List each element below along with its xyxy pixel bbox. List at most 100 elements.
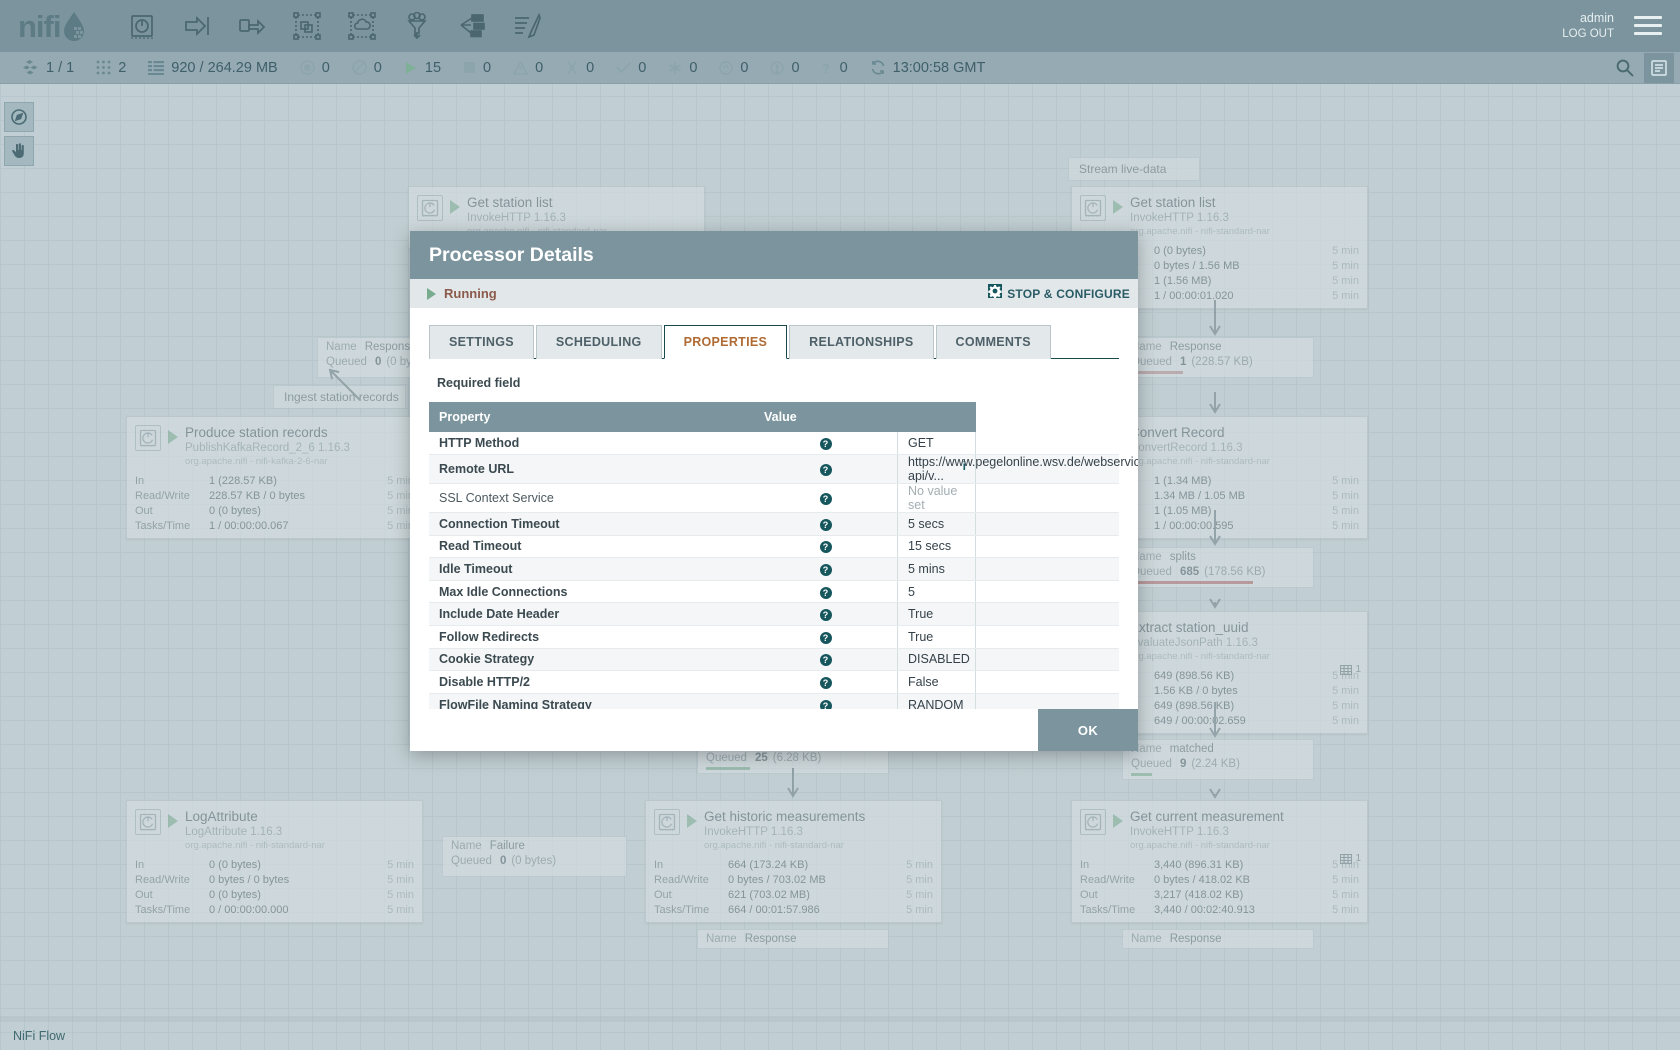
help-icon[interactable]: ? xyxy=(820,564,832,576)
ok-button[interactable]: OK xyxy=(1038,709,1138,751)
property-name-cell: FlowFile Naming Strategy xyxy=(429,693,754,709)
property-value-text: GET xyxy=(908,436,934,450)
property-value-cell[interactable]: RANDOM xyxy=(898,693,976,709)
property-value-cell[interactable]: GET xyxy=(898,432,976,455)
property-row[interactable]: Follow Redirects?True xyxy=(429,626,1119,649)
help-icon[interactable]: ? xyxy=(820,632,832,644)
property-value-cell[interactable]: 15 secs xyxy=(898,535,976,558)
dialog-title: Processor Details xyxy=(429,244,594,267)
property-name-cell: Read Timeout xyxy=(429,535,754,558)
dialog-title-bar: Processor Details xyxy=(410,231,1138,279)
processor-details-dialog: Processor Details Running STOP & CONFIGU… xyxy=(410,231,1138,751)
property-help-cell: ? xyxy=(754,484,898,513)
help-icon[interactable]: ? xyxy=(820,541,832,553)
stop-and-configure-label: STOP & CONFIGURE xyxy=(1007,287,1130,301)
property-actions-cell xyxy=(976,484,1120,513)
property-actions-cell xyxy=(976,603,1120,626)
help-icon[interactable]: ? xyxy=(820,519,832,531)
property-help-cell: ? xyxy=(754,535,898,558)
property-value-text: DISABLED xyxy=(908,652,970,666)
run-status-label: Running xyxy=(444,286,497,301)
property-actions-cell xyxy=(976,432,1120,455)
property-help-cell: ? xyxy=(754,693,898,709)
property-help-cell: ? xyxy=(754,558,898,581)
property-value-text: False xyxy=(908,675,939,689)
app-root: Stream live-dataIngest station recordsGe… xyxy=(0,0,1680,1050)
column-header-property: Property xyxy=(429,402,754,432)
property-actions-cell xyxy=(976,648,1120,671)
dialog-body: Required field Property Value HTTP Metho… xyxy=(410,359,1138,709)
properties-table: Property Value HTTP Method? GET Remote URL… xyxy=(429,402,1119,709)
property-actions-cell xyxy=(976,558,1120,581)
help-icon[interactable]: ? xyxy=(820,677,832,689)
property-value-text: True xyxy=(908,630,933,644)
tab-scheduling[interactable]: SCHEDULING xyxy=(536,325,662,359)
property-help-cell: ? xyxy=(754,580,898,603)
column-header-value: Value xyxy=(754,402,898,432)
property-name-cell: Max Idle Connections xyxy=(429,580,754,603)
property-value-cell[interactable]: True xyxy=(898,626,976,649)
property-help-cell: ? xyxy=(754,432,898,455)
tab-properties[interactable]: PROPERTIES xyxy=(664,325,788,359)
property-row[interactable]: Remote URL?https://www.pegelonline.wsv.d… xyxy=(429,455,1119,484)
processor-run-status: Running xyxy=(427,286,497,301)
property-value-text: 5 mins xyxy=(908,562,945,576)
help-icon[interactable]: ? xyxy=(820,700,832,709)
property-actions-cell xyxy=(976,671,1120,694)
property-value-cell[interactable]: No value set xyxy=(898,484,976,513)
property-name-cell: SSL Context Service xyxy=(429,484,754,513)
help-icon[interactable]: ? xyxy=(820,587,832,599)
property-name-cell: Cookie Strategy xyxy=(429,648,754,671)
gear-icon xyxy=(988,284,1002,303)
property-value-cell[interactable]: False xyxy=(898,671,976,694)
property-value-cell[interactable]: 5 secs xyxy=(898,513,976,536)
dialog-tabs: SETTINGSSCHEDULINGPROPERTIESRELATIONSHIP… xyxy=(410,309,1138,359)
help-icon[interactable]: ? xyxy=(820,654,832,666)
help-icon[interactable]: ? xyxy=(820,438,832,450)
help-icon[interactable]: ? xyxy=(820,609,832,621)
property-help-cell: ? xyxy=(754,648,898,671)
property-help-cell: ? xyxy=(754,671,898,694)
property-actions-cell xyxy=(976,535,1120,558)
dialog-status-bar: Running STOP & CONFIGURE xyxy=(410,279,1138,309)
property-help-cell: ? xyxy=(754,603,898,626)
property-actions-cell xyxy=(976,580,1120,603)
property-row[interactable]: FlowFile Naming Strategy? RANDOM xyxy=(429,693,1119,709)
property-row[interactable]: Disable HTTP/2? False xyxy=(429,671,1119,694)
help-icon[interactable]: ? xyxy=(820,464,832,476)
property-actions-cell xyxy=(976,513,1120,536)
property-row[interactable]: Max Idle Connections? 5 xyxy=(429,580,1119,603)
property-row[interactable]: Cookie Strategy? DISABLED xyxy=(429,648,1119,671)
property-row[interactable]: Include Date Header?True xyxy=(429,603,1119,626)
tab-comments[interactable]: COMMENTS xyxy=(936,325,1051,359)
properties-table-body: HTTP Method? GET Remote URL?https://www.pe… xyxy=(429,432,1119,709)
property-value-text: No value set xyxy=(908,484,957,512)
column-header-actions xyxy=(898,402,976,432)
property-value-cell[interactable]: 5 xyxy=(898,580,976,603)
property-row[interactable]: HTTP Method? GET xyxy=(429,432,1119,455)
property-name-cell: HTTP Method xyxy=(429,432,754,455)
property-row[interactable]: Read Timeout? 15 secs xyxy=(429,535,1119,558)
property-value-cell[interactable]: True xyxy=(898,603,976,626)
running-icon xyxy=(427,288,436,300)
required-field-legend: Required field xyxy=(429,359,1119,402)
tab-settings[interactable]: SETTINGS xyxy=(429,325,534,359)
help-icon[interactable]: ? xyxy=(820,493,832,505)
property-row[interactable]: Connection Timeout?5 secs xyxy=(429,513,1119,536)
property-row[interactable]: Idle Timeout?5 mins xyxy=(429,558,1119,581)
property-value-cell[interactable]: 5 mins xyxy=(898,558,976,581)
property-value-cell[interactable]: https://www.pegelonline.wsv.de/webservic… xyxy=(898,455,976,484)
tab-relationships[interactable]: RELATIONSHIPS xyxy=(789,325,933,359)
property-row[interactable]: SSL Context Service? No value set xyxy=(429,484,1119,513)
property-name-cell: Disable HTTP/2 xyxy=(429,671,754,694)
property-value-cell[interactable]: DISABLED xyxy=(898,648,976,671)
property-value-text: True xyxy=(908,607,933,621)
property-actions-cell xyxy=(976,626,1120,649)
stop-and-configure-button[interactable]: STOP & CONFIGURE xyxy=(988,284,1130,303)
property-value-text: RANDOM xyxy=(908,698,964,709)
property-help-cell: ? xyxy=(754,513,898,536)
property-actions-cell xyxy=(976,693,1120,709)
property-help-cell: ? xyxy=(754,626,898,649)
value-info-icon[interactable]: i xyxy=(963,459,966,473)
property-value-text: 5 xyxy=(908,585,915,599)
